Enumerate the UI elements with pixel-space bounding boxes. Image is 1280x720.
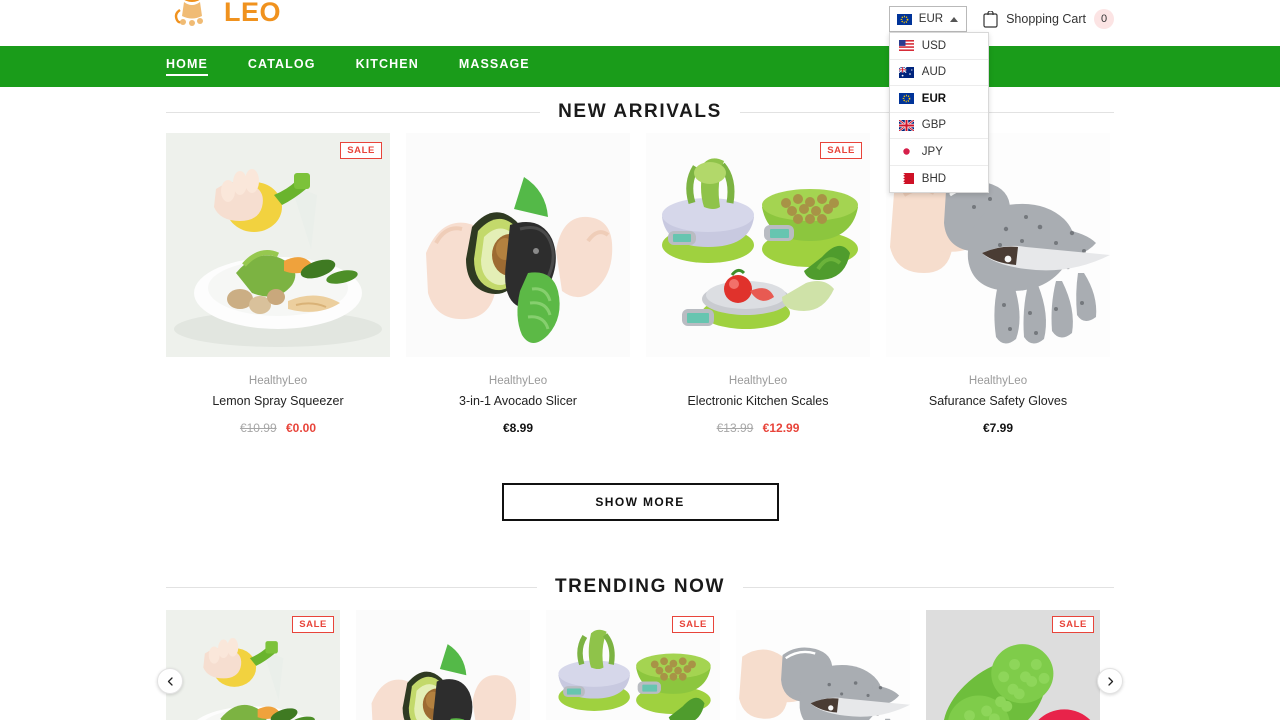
sale-badge: SALE: [1052, 616, 1094, 633]
page-root: HEALTHY LEO EUR: [0, 0, 1280, 720]
carousel-item[interactable]: [736, 610, 910, 720]
product-vendor: HealthyLeo: [488, 375, 548, 387]
flag-eu-icon: [896, 13, 912, 25]
show-more-container: SHOW MORE: [0, 483, 1280, 521]
flag-eu-icon: [898, 93, 914, 105]
product-image-avocado-slicer[interactable]: [406, 133, 630, 357]
flag-gb-icon: [898, 119, 914, 131]
flag-us-icon: [898, 40, 914, 52]
currency-option-label: JPY: [921, 145, 943, 158]
product-card[interactable]: SALE HealthyLeo Electronic Kitchen Scale…: [646, 133, 870, 435]
trending-carousel: SALE SALE SALE: [166, 598, 1114, 720]
cart-count-badge: 0: [1094, 9, 1114, 29]
product-image-kitchen-scales[interactable]: SALE: [646, 133, 870, 357]
carousel-item[interactable]: SALE: [166, 610, 340, 720]
shopping-cart-icon: [983, 10, 998, 28]
currency-option-label: AUD: [921, 66, 947, 79]
lion-mascot-icon: [174, 0, 203, 26]
flag-bh-icon: [898, 173, 914, 185]
product-image-kitchen-scales[interactable]: SALE: [546, 610, 720, 720]
currency-option-label: GBP: [921, 119, 947, 132]
show-more-button[interactable]: SHOW MORE: [501, 483, 779, 521]
chevron-up-icon: [950, 16, 959, 22]
product-price-current: €12.99: [762, 421, 800, 435]
avocado-slicer-image: [406, 133, 630, 357]
flag-jp-icon: [898, 146, 914, 158]
nav-item-catalog[interactable]: CATALOG: [248, 57, 316, 76]
carousel-next-button[interactable]: [1097, 668, 1123, 694]
product-vendor: HealthyLeo: [728, 375, 788, 387]
product-price-current: €8.99: [502, 421, 534, 435]
nav-item-massage[interactable]: MASSAGE: [459, 57, 530, 76]
site-header: HEALTHY LEO EUR: [0, 0, 1280, 193]
product-price: €8.99: [406, 421, 630, 435]
heading-rule-right: [743, 586, 1115, 588]
sale-badge: SALE: [820, 142, 862, 159]
product-price-current: €7.99: [982, 421, 1014, 435]
product-title[interactable]: Safurance Safety Gloves: [886, 394, 1110, 408]
nav-item-home[interactable]: HOME: [166, 57, 208, 76]
lemon-spray-squeezer-image: [166, 133, 390, 357]
trending-now-title: TRENDING NOW: [554, 576, 726, 597]
currency-dropdown-menu[interactable]: USD AUD EUR GBP JPY BHD: [888, 32, 989, 193]
sale-badge: SALE: [672, 616, 714, 633]
product-title[interactable]: Lemon Spray Squeezer: [166, 394, 390, 408]
product-price-old: €13.99: [716, 421, 754, 435]
sale-badge: SALE: [292, 616, 334, 633]
product-price-old: €10.99: [239, 421, 277, 435]
product-card[interactable]: SALE HealthyLeo Lemon Spray Squeezer €10…: [166, 133, 390, 435]
currency-option-bhd[interactable]: BHD: [890, 166, 988, 193]
product-image-safety-gloves[interactable]: [736, 610, 910, 720]
carousel-prev-button[interactable]: [157, 668, 183, 694]
product-card[interactable]: HealthyLeo 3-in-1 Avocado Slicer €8.99: [406, 133, 630, 435]
nav-item-kitchen[interactable]: KITCHEN: [356, 57, 419, 76]
cart-label: Shopping Cart: [1006, 12, 1086, 26]
chevron-right-icon: [1107, 676, 1113, 686]
currency-option-label: EUR: [921, 92, 947, 105]
logo-leo-text: LEO: [224, 0, 282, 27]
product-vendor: HealthyLeo: [968, 375, 1028, 387]
product-title[interactable]: Electronic Kitchen Scales: [646, 394, 870, 408]
header-actions: EUR USD AUD EUR GBP JPY BHD Shopping Car…: [888, 6, 1114, 193]
currency-option-label: USD: [921, 39, 947, 52]
safety-gloves-image: [736, 610, 910, 720]
product-price-current: €0.00: [286, 421, 317, 435]
avocado-slicer-image: [356, 610, 530, 720]
site-logo[interactable]: HEALTHY LEO: [166, 0, 353, 26]
currency-option-eur[interactable]: EUR: [889, 86, 988, 113]
logo-wordmark: HEALTHY LEO: [224, 0, 353, 26]
carousel-item[interactable]: SALE: [926, 610, 1100, 720]
main-navigation: HOME CATALOG KITCHEN MASSAGE: [0, 46, 1280, 87]
currency-option-gbp[interactable]: GBP: [889, 113, 988, 139]
carousel-item[interactable]: [356, 610, 530, 720]
product-price: €7.99: [886, 421, 1110, 435]
heading-rule-left: [166, 586, 537, 588]
new-arrivals-title: NEW ARRIVALS: [558, 101, 722, 122]
currency-selector[interactable]: EUR USD AUD EUR GBP JPY BHD: [888, 6, 989, 193]
currency-code: EUR: [918, 13, 944, 25]
heading-rule-left: [166, 111, 541, 113]
flag-au-icon: [898, 66, 914, 78]
product-price: €13.99 €12.99: [646, 421, 870, 435]
carousel-item[interactable]: SALE: [546, 610, 720, 720]
sale-badge: SALE: [340, 142, 382, 159]
product-image-lemon-spray-squeezer[interactable]: SALE: [166, 610, 340, 720]
product-image-massage-balls[interactable]: SALE: [926, 610, 1100, 720]
currency-option-jpy[interactable]: JPY: [889, 139, 988, 166]
shopping-cart-button[interactable]: Shopping Cart 0: [983, 9, 1114, 29]
product-image-lemon-spray-squeezer[interactable]: SALE: [166, 133, 390, 357]
trending-now-heading: TRENDING NOW: [166, 562, 1115, 598]
currency-option-usd[interactable]: USD: [889, 33, 988, 60]
currency-option-aud[interactable]: AUD: [889, 60, 988, 86]
kitchen-scales-image: [646, 133, 870, 357]
currency-selected-value[interactable]: EUR: [888, 6, 968, 32]
chevron-left-icon: [167, 676, 173, 686]
product-image-avocado-slicer[interactable]: [356, 610, 530, 720]
currency-option-label: BHD: [921, 172, 947, 185]
product-title[interactable]: 3-in-1 Avocado Slicer: [406, 394, 630, 408]
product-vendor: HealthyLeo: [248, 375, 308, 387]
product-price: €10.99 €0.00: [166, 421, 390, 435]
